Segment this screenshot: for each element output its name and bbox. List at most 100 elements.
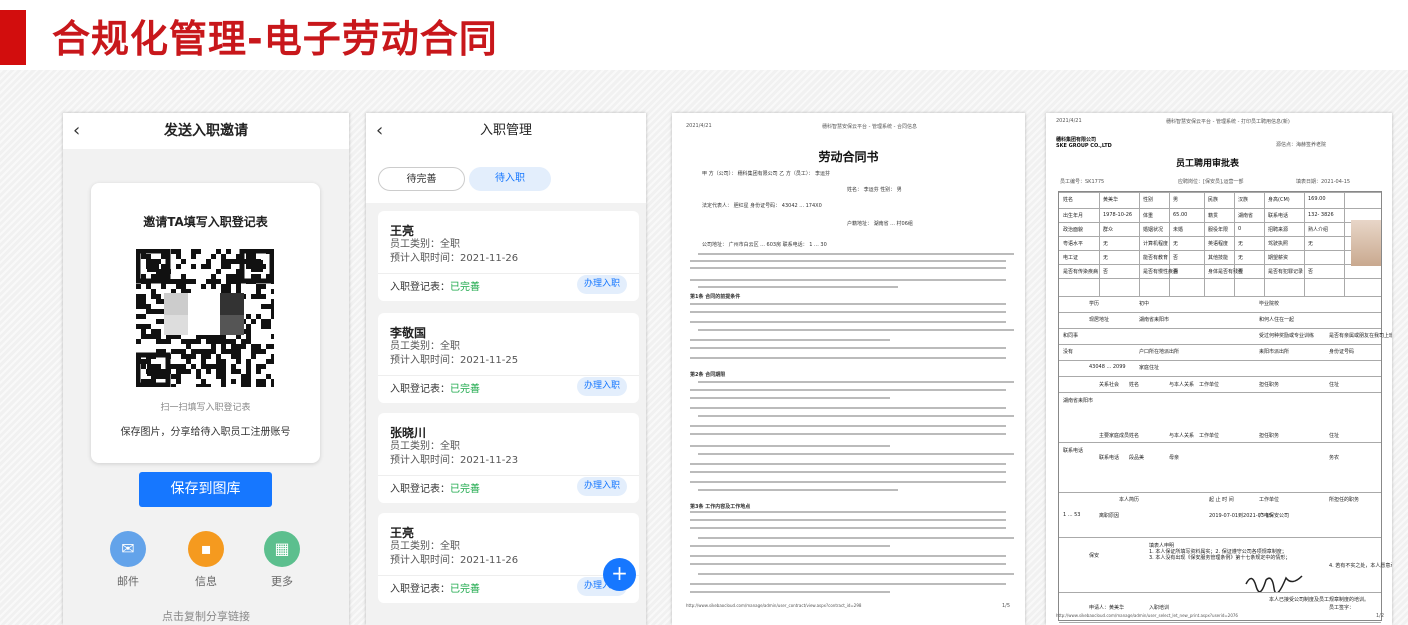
- table-cell: 出生年月: [1063, 213, 1084, 219]
- employee-date: 预计入职时间：2021-11-26: [390, 253, 519, 264]
- registration-status: 入职登记表：已完善: [390, 484, 480, 495]
- table-cell: 未婚: [1173, 227, 1184, 233]
- table-label: 身份证号码: [1329, 349, 1355, 355]
- employee-date: 预计入职时间：2021-11-25: [390, 355, 519, 366]
- table-cell: 期望薪资: [1268, 255, 1289, 261]
- table-label: 是否有亲属或朋友在我司上班: [1329, 333, 1392, 339]
- table-label: 联系电话: [1099, 455, 1120, 461]
- table-cell: 驾驶执照: [1268, 241, 1289, 247]
- table-cell: 粤语水平: [1063, 241, 1084, 247]
- table-cell: 0: [1238, 226, 1242, 232]
- table-label: 工作单位: [1199, 433, 1220, 439]
- table-label: 本人已接受公司制度及员工规章制度的培训。: [1269, 597, 1370, 603]
- employee-card[interactable]: 张晓川 员工类别：全职 预计入职时间：2021-11-23 入职登记表：已完善 办…: [378, 413, 639, 503]
- table-label: 务农: [1329, 455, 1340, 461]
- table-cell: 其他技能: [1208, 255, 1229, 261]
- table-cell: 能否有教育: [1143, 255, 1169, 261]
- employee-info: 员工类别：全职预计入职时间：2021-11-25: [390, 340, 518, 368]
- scan-hint: 扫一扫填写入职登记表: [160, 403, 251, 413]
- table-label: 家庭住址: [1139, 365, 1160, 371]
- table-label: 没有: [1063, 349, 1074, 355]
- invite-card: 邀请TA填写入职登记表 扫一扫填写入职登记表 保存图片，分享给待入职员工注册账号: [91, 183, 320, 463]
- contract-line: 户籍地址： 湖南省 ... 村06组: [847, 221, 913, 227]
- table-label: 段品美: [1129, 455, 1145, 461]
- divider: [378, 575, 639, 576]
- approval-date: 2021/4/21: [1056, 118, 1082, 124]
- approval-table: 姓名 黄美华 性别 男 民族 汉族 身高(CM) 169.00 出生年月 1978-10-26 体重…: [1058, 191, 1392, 623]
- source-point: 源信点：海赫签养老院: [1276, 142, 1327, 148]
- tab-pending-complete[interactable]: 待完善: [378, 167, 465, 191]
- approval-footer-url: http://www.sikebaocloud.com/manage/admin…: [1056, 613, 1238, 618]
- employee-info: 员工类别：全职 预计入职时间：2021-11-26: [390, 540, 518, 568]
- onboard-button[interactable]: 办理入职: [576, 477, 627, 496]
- onboard-button[interactable]: 办理入职: [576, 377, 627, 396]
- employee-card[interactable]: 王亮 员工类别：全职 预计入职时间：2021-11-26 入职登记表：已完善 办理…: [378, 211, 639, 301]
- table-cell: 否: [1173, 255, 1179, 261]
- table-cell: 熟人介绍: [1308, 227, 1329, 233]
- onboarding-header: ‹ 入职管理: [366, 113, 646, 149]
- table-cell: 无: [1238, 255, 1244, 261]
- table-label: 工作单位: [1259, 497, 1280, 503]
- share-message-button[interactable]: ▪ 信息: [188, 531, 224, 589]
- contract-breadcrumb: 穗科智慧安保云平台 - 管理系统 - 合同信息: [822, 124, 917, 130]
- employee-name: 张晓川: [390, 426, 427, 440]
- employee-card[interactable]: 李敬国 员工类别：全职 预计入职时间：2021-11-25 入职登记表：已完善 办…: [378, 313, 639, 403]
- back-icon[interactable]: ‹: [376, 113, 383, 149]
- more-apps-icon: ▦: [264, 531, 300, 567]
- employee-card[interactable]: 王亮 员工类别：全职 预计入职时间：2021-11-26 入职登记表：已完善 办理…: [378, 513, 639, 603]
- table-cell: 否: [1103, 269, 1109, 275]
- company-name-en: SKE GROUP CO.,LTD: [1056, 143, 1112, 149]
- table-label: 姓名: [1129, 433, 1140, 439]
- registration-status: 入职登记表：已完善: [390, 282, 480, 293]
- approval-breadcrumb: 穗科智慧安保云平台 - 管理系统 - 打印员工聘用信息(新): [1166, 119, 1290, 125]
- table-label: 员工签字：: [1329, 605, 1355, 611]
- message-icon: ▪: [188, 531, 224, 567]
- status-tabs: 待完善 待入职: [366, 149, 646, 203]
- share-mail-label: 邮件: [117, 575, 139, 588]
- back-icon[interactable]: ‹: [73, 113, 80, 149]
- table-cell: 英语程度: [1208, 241, 1229, 247]
- table-label: 4. 若有不实之处，本人愿意承担被公司取消录用资格，并不要求任何补偿。: [1329, 563, 1392, 569]
- page-title: 合规化管理-电子劳动合同: [52, 17, 498, 61]
- table-cell: 汉族: [1238, 197, 1249, 203]
- table-cell: 无: [1173, 241, 1179, 247]
- table-label: 广电保安公司: [1259, 513, 1290, 519]
- table-cell: 招聘来源: [1268, 227, 1289, 233]
- tab-pending-onboard[interactable]: 待入职: [469, 167, 551, 191]
- save-to-gallery-button[interactable]: 保存到图库: [139, 472, 272, 507]
- table-cell: 1978-10-26: [1103, 212, 1133, 218]
- add-button[interactable]: +: [603, 558, 636, 591]
- divider: [378, 375, 639, 376]
- table-label: 所担任的职务: [1329, 497, 1360, 503]
- invite-header-title: 发送入职邀请: [164, 123, 248, 139]
- table-cell: 计算机程度: [1143, 241, 1169, 247]
- table-cell: 群众: [1103, 227, 1114, 233]
- contract-section: 第2条 合同期限: [690, 372, 726, 378]
- table-label: 毕业院校: [1259, 301, 1280, 307]
- employee-name: 王亮: [390, 526, 415, 540]
- employee-date: 预计入职时间：2021-11-26: [390, 555, 519, 566]
- copy-link[interactable]: 点击复制分享链接: [63, 608, 349, 624]
- contract-line: 姓名： 李运芬 性别： 男: [847, 187, 902, 193]
- share-mail-button[interactable]: ✉ 邮件: [110, 531, 146, 589]
- signature-icon: [1245, 575, 1303, 592]
- share-more-button[interactable]: ▦ 更多: [264, 531, 300, 589]
- table-cell: 湖南省: [1238, 213, 1254, 219]
- table-label: 入职培训: [1149, 605, 1170, 611]
- contract-page-number: 1/5: [1002, 603, 1011, 609]
- table-cell: 是否有犯罪记录: [1268, 269, 1304, 275]
- divider: [378, 273, 639, 274]
- employee-info: 员工类别：全职 预计入职时间：2021-11-26: [390, 238, 518, 266]
- table-label: 姓名: [1129, 382, 1140, 388]
- employee-type: 员工类别：全职: [390, 441, 460, 452]
- table-label: 本人简历: [1119, 497, 1140, 503]
- employee-number: 员工编号：SK1775: [1060, 179, 1105, 185]
- table-label: 耒阳市派出所: [1259, 349, 1290, 355]
- table-label: 工作单位: [1199, 382, 1220, 388]
- table-label: 关系社会: [1099, 382, 1120, 388]
- employee-type: 员工类别：全职: [390, 341, 460, 352]
- onboard-button[interactable]: 办理入职: [576, 275, 627, 294]
- contract-section: 第3条 工作内容及工作地点: [690, 504, 751, 510]
- contract-line: 法定代表人： 胆红星 身份证号码： 43042 ... 174X0: [702, 203, 822, 209]
- table-cell: 联系电话: [1268, 213, 1289, 219]
